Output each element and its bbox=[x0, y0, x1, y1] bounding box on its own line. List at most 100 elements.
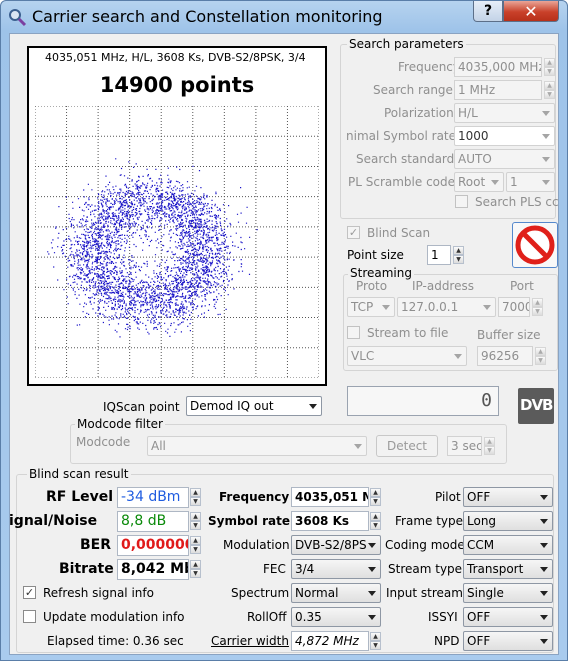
modcode-filter-title: Modcode filter bbox=[75, 417, 165, 431]
port-label: Port bbox=[510, 279, 534, 293]
title-bar[interactable]: Carrier search and Constellation monitor… bbox=[1, 1, 567, 33]
carrier-width-label[interactable]: Carrier width bbox=[211, 634, 289, 648]
point-size-spinner[interactable]: ▲ ▼ bbox=[453, 246, 464, 264]
search-range-input[interactable]: 1 MHz bbox=[454, 80, 542, 100]
carrier-width-spinner[interactable]: ▲ ▼ bbox=[370, 632, 381, 650]
streaming-title: Streaming bbox=[348, 266, 414, 280]
snr-spinner[interactable]: ▲ ▼ bbox=[190, 512, 201, 530]
npd-value: OFF bbox=[467, 634, 491, 648]
pl-code-value: 1 bbox=[510, 175, 518, 189]
buffer-size-label: Buffer size bbox=[477, 328, 541, 342]
player-select[interactable]: VLC bbox=[347, 346, 467, 366]
blind-scan-label: Blind Scan bbox=[367, 226, 431, 240]
rolloff-label: RollOff bbox=[247, 610, 287, 624]
bitrate-value: 8,042 Mb bbox=[117, 559, 189, 580]
detect-button[interactable]: Detect bbox=[376, 435, 438, 457]
stop-button[interactable] bbox=[512, 222, 558, 268]
result-frequency-spinner[interactable]: ▲ ▼ bbox=[370, 488, 381, 506]
blind-scan-checkbox[interactable]: ✓ bbox=[347, 226, 360, 239]
input-stream-select[interactable]: Single bbox=[463, 583, 553, 603]
stream-type-label: Stream type bbox=[388, 562, 463, 576]
port-input[interactable]: 7000 bbox=[498, 297, 530, 317]
ber-spinner[interactable]: ▲ ▼ bbox=[190, 536, 201, 554]
frequency-spinner[interactable]: ▲ ▼ bbox=[544, 58, 555, 76]
result-symbol-rate-spinner[interactable]: ▲ ▼ bbox=[370, 512, 381, 530]
point-size-label: Point size bbox=[347, 248, 404, 262]
symbol-rate-select[interactable]: 1000 bbox=[454, 126, 555, 146]
search-range-spinner[interactable]: ▲ ▼ bbox=[544, 81, 555, 99]
buffer-size-spinner[interactable]: ▲ ▼ bbox=[535, 347, 546, 365]
snr-label: ignal/Noise bbox=[9, 513, 98, 529]
ip-address-label: IP-address bbox=[412, 279, 474, 293]
ip-address-select[interactable]: 127.0.0.1 bbox=[397, 297, 496, 317]
iqscan-select[interactable]: Demod IQ out bbox=[186, 396, 322, 416]
chevron-down-icon bbox=[368, 591, 376, 596]
iqscan-value: Demod IQ out bbox=[190, 399, 274, 413]
frequency-label: Frequency bbox=[398, 60, 460, 74]
port-spinner[interactable]: ▲ ▼ bbox=[532, 298, 543, 316]
coding-mode-value: CCM bbox=[467, 538, 495, 552]
polarization-select[interactable]: H/L bbox=[454, 103, 555, 123]
rolloff-select[interactable]: 0.35 bbox=[291, 607, 381, 627]
bitrate-spinner[interactable]: ▲ ▼ bbox=[190, 560, 201, 578]
chevron-down-icon bbox=[542, 157, 550, 162]
constellation-scatter bbox=[47, 158, 258, 338]
chevron-down-icon bbox=[368, 615, 376, 620]
close-button[interactable]: ✕ bbox=[503, 1, 559, 22]
npd-select[interactable]: OFF bbox=[463, 631, 553, 651]
plot-header: 4035,051 MHz, H/L, 3608 Ks, DVB-S2/8PSK,… bbox=[45, 51, 306, 64]
timeout-spinner[interactable]: ▲ ▼ bbox=[484, 437, 495, 455]
fec-label: FEC bbox=[263, 562, 286, 576]
coding-mode-label: Coding mode bbox=[385, 538, 465, 552]
frame-type-label: Frame type bbox=[395, 514, 464, 528]
result-symbol-rate-label: Symbol rate bbox=[208, 514, 290, 528]
modulation-select[interactable]: DVB-S2/8PS bbox=[291, 535, 381, 555]
rf-level-label: RF Level bbox=[46, 489, 114, 505]
point-size-input[interactable]: 1 bbox=[427, 245, 451, 265]
chevron-down-icon bbox=[491, 180, 499, 185]
rolloff-value: 0.35 bbox=[295, 610, 322, 624]
dvb-logo: DVB bbox=[518, 388, 554, 424]
ber-value: 0,000000 bbox=[117, 535, 189, 556]
coding-mode-select[interactable]: CCM bbox=[463, 535, 553, 555]
stream-type-select[interactable]: Transport bbox=[463, 559, 553, 579]
frequency-input[interactable]: 4035,000 MHz bbox=[454, 57, 542, 77]
result-symbol-rate-value: 3608 Ks bbox=[291, 511, 369, 531]
spectrum-select[interactable]: Normal bbox=[291, 583, 381, 603]
chevron-down-icon bbox=[483, 305, 491, 310]
modcode-select[interactable]: All bbox=[147, 436, 367, 456]
help-button[interactable]: ? bbox=[473, 1, 503, 22]
pl-mode-select[interactable]: Root bbox=[454, 172, 504, 192]
blind-scan-result-title: Blind scan result bbox=[27, 467, 131, 481]
rf-level-value: -34 dBm bbox=[117, 487, 189, 508]
pl-code-select[interactable]: 1 bbox=[506, 172, 555, 192]
modcode-label: Modcode bbox=[76, 435, 131, 449]
issyi-select[interactable]: OFF bbox=[463, 607, 553, 627]
symbol-rate-value: 1000 bbox=[458, 129, 489, 143]
constellation-panel: 4035,051 MHz, H/L, 3608 Ks, DVB-S2/8PSK,… bbox=[27, 46, 327, 386]
stream-type-value: Transport bbox=[467, 562, 524, 576]
search-range-label: Search range bbox=[373, 83, 453, 97]
buffer-size-input[interactable]: 96256 bbox=[477, 346, 533, 366]
fec-select[interactable]: 3/4 bbox=[291, 559, 381, 579]
search-standard-select[interactable]: AUTO bbox=[454, 149, 555, 169]
proto-label: Proto bbox=[356, 279, 388, 293]
client-area: 4035,051 MHz, H/L, 3608 Ks, DVB-S2/8PSK,… bbox=[9, 33, 559, 655]
search-pls-checkbox[interactable] bbox=[455, 195, 468, 208]
rf-level-spinner[interactable]: ▲ ▼ bbox=[190, 488, 201, 506]
frame-type-select[interactable]: Long bbox=[463, 511, 553, 531]
elapsed-time: Elapsed time: 0.36 sec bbox=[47, 634, 184, 648]
pilot-select[interactable]: OFF bbox=[463, 487, 553, 507]
timeout-input[interactable]: 3 sec bbox=[447, 436, 482, 456]
result-frequency-value: 4035,051 M bbox=[291, 487, 369, 507]
modulation-label: Modulation bbox=[223, 538, 290, 552]
proto-select[interactable]: TCP bbox=[347, 297, 395, 317]
stream-to-file-checkbox[interactable] bbox=[347, 326, 360, 339]
symbol-rate-label: nimal Symbol rate bbox=[346, 129, 457, 143]
refresh-signal-checkbox[interactable]: ✓ bbox=[23, 586, 36, 599]
ip-address-value: 127.0.0.1 bbox=[401, 300, 459, 314]
stop-icon bbox=[515, 225, 555, 265]
iqscan-label: IQScan point bbox=[103, 400, 180, 414]
input-stream-value: Single bbox=[467, 586, 504, 600]
update-modulation-checkbox[interactable] bbox=[23, 610, 36, 623]
